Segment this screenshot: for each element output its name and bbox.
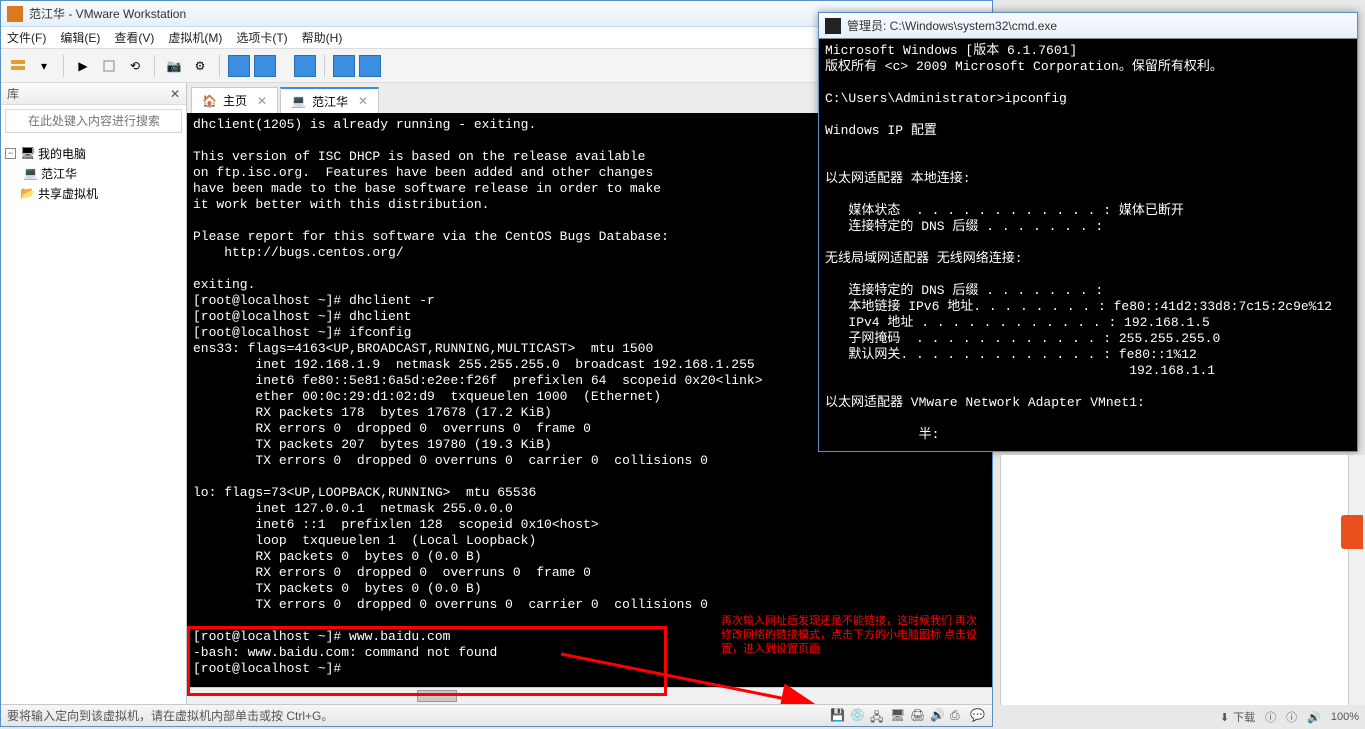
vmware-icon: [7, 6, 23, 22]
vm-icon: 💻: [23, 166, 37, 180]
vm-tab-icon: 💻: [291, 94, 306, 108]
library-header: 库✕: [1, 83, 186, 105]
library-tree: −🖥我的电脑 💻范江华 📂共享虚拟机: [1, 137, 186, 209]
cmd-icon: [825, 18, 841, 34]
menu-view[interactable]: 查看(V): [114, 29, 154, 46]
shared-icon: 📂: [20, 186, 34, 200]
computer-icon: 🖥: [20, 146, 34, 160]
library-search-input[interactable]: [5, 109, 182, 133]
tree-vm-item[interactable]: 💻范江华: [5, 163, 182, 183]
scrollbar-thumb[interactable]: [417, 690, 457, 702]
annotation-text: 再次输入网址后发现还是不能链接，这时候我们 再次修改网络的链接模式，点击下方的小…: [721, 614, 981, 656]
menu-help[interactable]: 帮助(H): [302, 29, 343, 46]
cmd-output[interactable]: Microsoft Windows [版本 6.1.7601] 版权所有 <c>…: [819, 39, 1357, 447]
vmware-statusbar: 要将输入定向到该虚拟机，请在虚拟机内部单击或按 Ctrl+G。 💾 💿 🖧 🖥 …: [1, 704, 992, 726]
tb-dropdown-icon[interactable]: ▾: [33, 55, 55, 77]
menu-vm[interactable]: 虚拟机(M): [168, 29, 222, 46]
status-text: 要将输入定向到该虚拟机，请在虚拟机内部单击或按 Ctrl+G。: [7, 707, 333, 724]
tb-manage-icon[interactable]: ⚙: [189, 55, 211, 77]
collapse-icon[interactable]: −: [5, 148, 16, 159]
vertical-scrollbar[interactable]: [1348, 455, 1365, 705]
tb-unity-icon[interactable]: [294, 55, 316, 77]
cmd-titlebar[interactable]: 管理员: C:\Windows\system32\cmd.exe: [819, 13, 1357, 39]
vmware-title-text: 范江华 - VMware Workstation: [29, 5, 186, 22]
horizontal-scrollbar[interactable]: [187, 687, 992, 704]
tray-icon[interactable]: ⓘ: [1286, 709, 1297, 725]
cmd-window[interactable]: 管理员: C:\Windows\system32\cmd.exe Microso…: [818, 12, 1358, 452]
battery-pct[interactable]: 100%: [1331, 711, 1359, 723]
tab-home[interactable]: 🏠主页✕: [191, 87, 278, 113]
status-print-icon[interactable]: 🖨: [910, 708, 926, 724]
status-msg-icon[interactable]: 💬: [970, 708, 986, 724]
tb-power-icon[interactable]: ▶: [72, 55, 94, 77]
home-icon: 🏠: [202, 94, 217, 108]
status-usb-icon[interactable]: ⎙: [950, 708, 966, 724]
status-cd-icon[interactable]: 💿: [850, 708, 866, 724]
tab-vm[interactable]: 💻范江华✕: [280, 87, 379, 113]
right-panel: [1000, 455, 1365, 705]
volume-icon[interactable]: 🔊: [1307, 711, 1321, 724]
tree-shared[interactable]: 📂共享虚拟机: [5, 183, 182, 203]
status-net-icon[interactable]: 🖧: [870, 708, 886, 724]
tb-snapshot-icon[interactable]: 📷: [163, 55, 185, 77]
system-tray: ⬇ 下载 ⓘ ⓘ 🔊 100%: [1220, 709, 1359, 725]
tb-fullscreen-icon[interactable]: [333, 55, 355, 77]
tb-library-icon[interactable]: [7, 55, 29, 77]
tb-view1-icon[interactable]: [228, 55, 250, 77]
status-monitor-icon[interactable]: 🖥: [890, 708, 906, 724]
close-tab-icon[interactable]: ✕: [358, 94, 368, 108]
status-hdd-icon[interactable]: 💾: [830, 708, 846, 724]
status-sound-icon[interactable]: 🔊: [930, 708, 946, 724]
tb-view2-icon[interactable]: [254, 55, 276, 77]
tree-root[interactable]: −🖥我的电脑: [5, 143, 182, 163]
tb-reset-icon[interactable]: ⟲: [124, 55, 146, 77]
menu-tabs[interactable]: 选项卡(T): [236, 29, 287, 46]
cmd-title-text: 管理员: C:\Windows\system32\cmd.exe: [847, 17, 1057, 34]
library-panel: 库✕ −🖥我的电脑 💻范江华 📂共享虚拟机: [1, 83, 187, 704]
download-indicator[interactable]: ⬇ 下载: [1220, 709, 1255, 725]
side-badge[interactable]: [1341, 515, 1363, 549]
tray-icon[interactable]: ⓘ: [1265, 709, 1276, 725]
tb-multimon-icon[interactable]: [359, 55, 381, 77]
menu-file[interactable]: 文件(F): [7, 29, 46, 46]
tb-suspend-icon[interactable]: [98, 55, 120, 77]
close-icon[interactable]: ✕: [170, 87, 180, 101]
close-tab-icon[interactable]: ✕: [257, 94, 267, 108]
menu-edit[interactable]: 编辑(E): [60, 29, 100, 46]
